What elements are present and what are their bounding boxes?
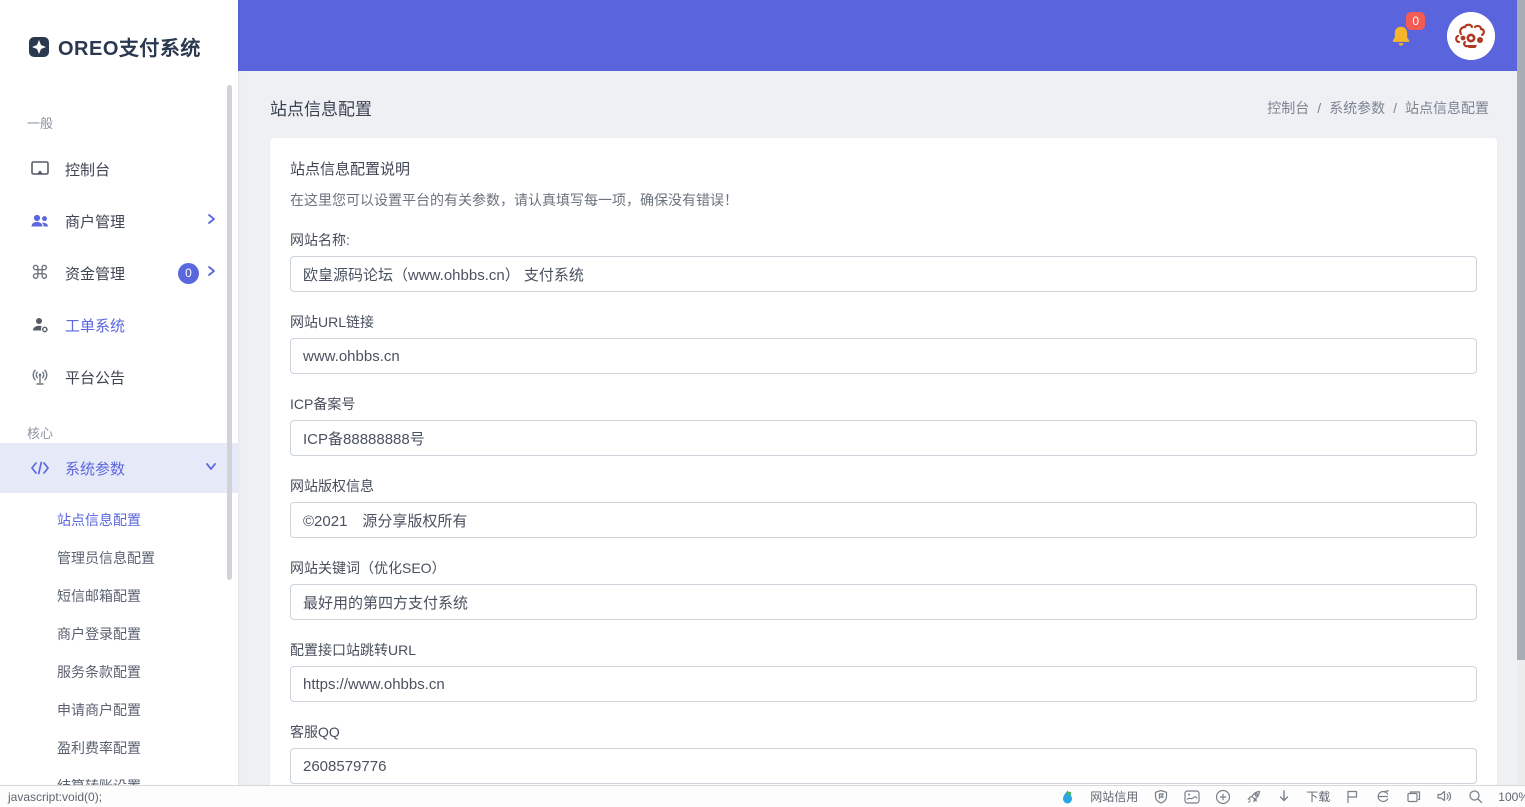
brand-shield-icon (28, 36, 50, 58)
image-icon[interactable] (1184, 789, 1200, 804)
users-icon (28, 211, 52, 231)
page-title: 站点信息配置 (270, 100, 372, 119)
user-avatar[interactable] (1447, 11, 1495, 60)
submenu-item-terms[interactable]: 服务条款配置 (0, 653, 238, 691)
sidebar-item-label: 平台公告 (65, 369, 126, 387)
app-title: OREO支付系统 (58, 38, 201, 60)
page-scrollbar-track[interactable] (1517, 0, 1525, 785)
card-description: 在这里您可以设置平台的有关参数，请认真填写每一项，确保没有错误！ (290, 192, 738, 208)
breadcrumb: 控制台 / 系统参数 / 站点信息配置 (1267, 98, 1489, 118)
form-field-copyright: 网站版权信息 (290, 476, 1477, 538)
zoom-level[interactable]: 100% (1498, 790, 1525, 804)
breadcrumb-current: 站点信息配置 (1405, 99, 1489, 116)
funds-count-badge: 0 (178, 262, 199, 284)
sidebar-item-tickets[interactable]: 工单系统 (0, 299, 238, 351)
window-restore-icon[interactable] (1406, 790, 1421, 804)
field-label: 网站版权信息 (290, 478, 374, 494)
ie-icon[interactable] (1375, 789, 1391, 804)
sidebar-item-funds[interactable]: ⌘ 资金管理 0 (0, 247, 238, 299)
submenu-item-sms-email[interactable]: 短信邮箱配置 (0, 577, 238, 615)
field-label: 网站URL链接 (290, 314, 375, 330)
field-label: 客服QQ (290, 724, 340, 740)
submenu-item-merchant-apply[interactable]: 申请商户配置 (0, 691, 238, 729)
rocket-icon[interactable] (1246, 789, 1262, 805)
breadcrumb-system-params[interactable]: 系统参数 (1329, 98, 1385, 118)
submenu-item-profit-rate[interactable]: 盈利费率配置 (0, 729, 238, 767)
submenu-item-settlement[interactable]: 结算转账设置 (0, 767, 238, 785)
field-label: 配置接口站跳转URL (290, 642, 417, 658)
redirect-url-input[interactable] (290, 666, 1477, 702)
field-label: 网站关键词（优化SEO） (290, 560, 446, 576)
search-zoom-icon[interactable] (1468, 789, 1483, 804)
sidebar: OREO支付系统 一般 控制台 商户管理 ⌘ 资金管理 0 工单系统 平台公告 … (0, 0, 238, 785)
broadcast-icon (28, 367, 52, 387)
form-field-keywords: 网站关键词（优化SEO） (290, 558, 1477, 620)
chevron-right-icon (204, 264, 218, 282)
copyright-input[interactable] (290, 502, 1477, 538)
site-credit-label[interactable]: 网站信用 (1090, 788, 1138, 805)
submenu-item-site-info[interactable]: 站点信息配置 (0, 501, 238, 539)
service-qq-input[interactable] (290, 748, 1477, 784)
submenu-item-admin-info[interactable]: 管理员信息配置 (0, 539, 238, 577)
main-content: 站点信息配置 控制台 / 系统参数 / 站点信息配置 站点信息配置说明 在这里您… (238, 71, 1517, 785)
sidebar-item-label: 资金管理 (65, 265, 126, 283)
download-arrow-icon[interactable] (1277, 789, 1291, 804)
form-field-service-qq: 客服QQ (290, 722, 1477, 784)
shield-icon[interactable] (1153, 789, 1169, 805)
top-navbar: 0 (238, 0, 1517, 71)
site-config-card: 站点信息配置说明 在这里您可以设置平台的有关参数，请认真填写每一项，确保没有错误… (270, 138, 1497, 785)
seo-keywords-input[interactable] (290, 584, 1477, 620)
sidebar-item-label: 工单系统 (65, 317, 126, 335)
monitor-icon (28, 159, 52, 179)
form-field-site-name: 网站名称: (290, 230, 1477, 292)
sidebar-item-label: 控制台 (65, 161, 111, 179)
water-drop-icon[interactable] (1060, 789, 1075, 805)
notification-count-badge: 0 (1406, 11, 1425, 30)
field-label: ICP备案号 (290, 396, 356, 412)
breadcrumb-separator: / (1317, 99, 1322, 116)
submenu-item-merchant-login[interactable]: 商户登录配置 (0, 615, 238, 653)
notifications-button[interactable]: 0 (1387, 11, 1425, 51)
form-field-icp: ICP备案号 (290, 394, 1477, 456)
form-field-site-url: 网站URL链接 (290, 312, 1477, 374)
card-heading: 站点信息配置说明 (290, 161, 411, 178)
sidebar-item-label: 系统参数 (65, 460, 126, 478)
breadcrumb-separator: / (1393, 99, 1397, 116)
speaker-icon[interactable] (1436, 789, 1453, 804)
sidebar-item-dashboard[interactable]: 控制台 (0, 143, 238, 195)
status-link-text: javascript:void(0); (8, 789, 103, 804)
page-scrollbar-thumb[interactable] (1517, 0, 1525, 660)
icp-number-input[interactable] (290, 420, 1477, 456)
user-gear-icon (28, 315, 52, 335)
sidebar-item-announcements[interactable]: 平台公告 (0, 351, 238, 403)
field-label: 网站名称: (290, 232, 350, 248)
app-logo[interactable]: OREO支付系统 (28, 32, 238, 61)
sidebar-item-system-params[interactable]: 系统参数 (0, 443, 238, 493)
sidebar-section-general: 一般 (27, 116, 54, 131)
browser-statusbar: javascript:void(0); 网站信用 下载 100 (0, 785, 1525, 807)
code-icon (28, 459, 52, 477)
site-name-input[interactable] (290, 256, 1477, 292)
sidebar-section-core: 核心 (27, 426, 54, 441)
breadcrumb-dashboard[interactable]: 控制台 (1267, 98, 1309, 118)
command-icon: ⌘ (30, 262, 50, 284)
form-field-redirect-url: 配置接口站跳转URL (290, 640, 1477, 702)
flag-icon[interactable] (1345, 789, 1360, 804)
site-url-input[interactable] (290, 338, 1477, 374)
sidebar-item-label: 商户管理 (65, 213, 126, 231)
sidebar-scrollbar[interactable] (227, 85, 232, 580)
download-label[interactable]: 下载 (1306, 788, 1330, 805)
sidebar-item-merchants[interactable]: 商户管理 (0, 195, 238, 247)
chevron-right-icon (204, 212, 218, 230)
speed-dial-icon[interactable] (1215, 789, 1231, 805)
chevron-down-icon (204, 459, 218, 477)
